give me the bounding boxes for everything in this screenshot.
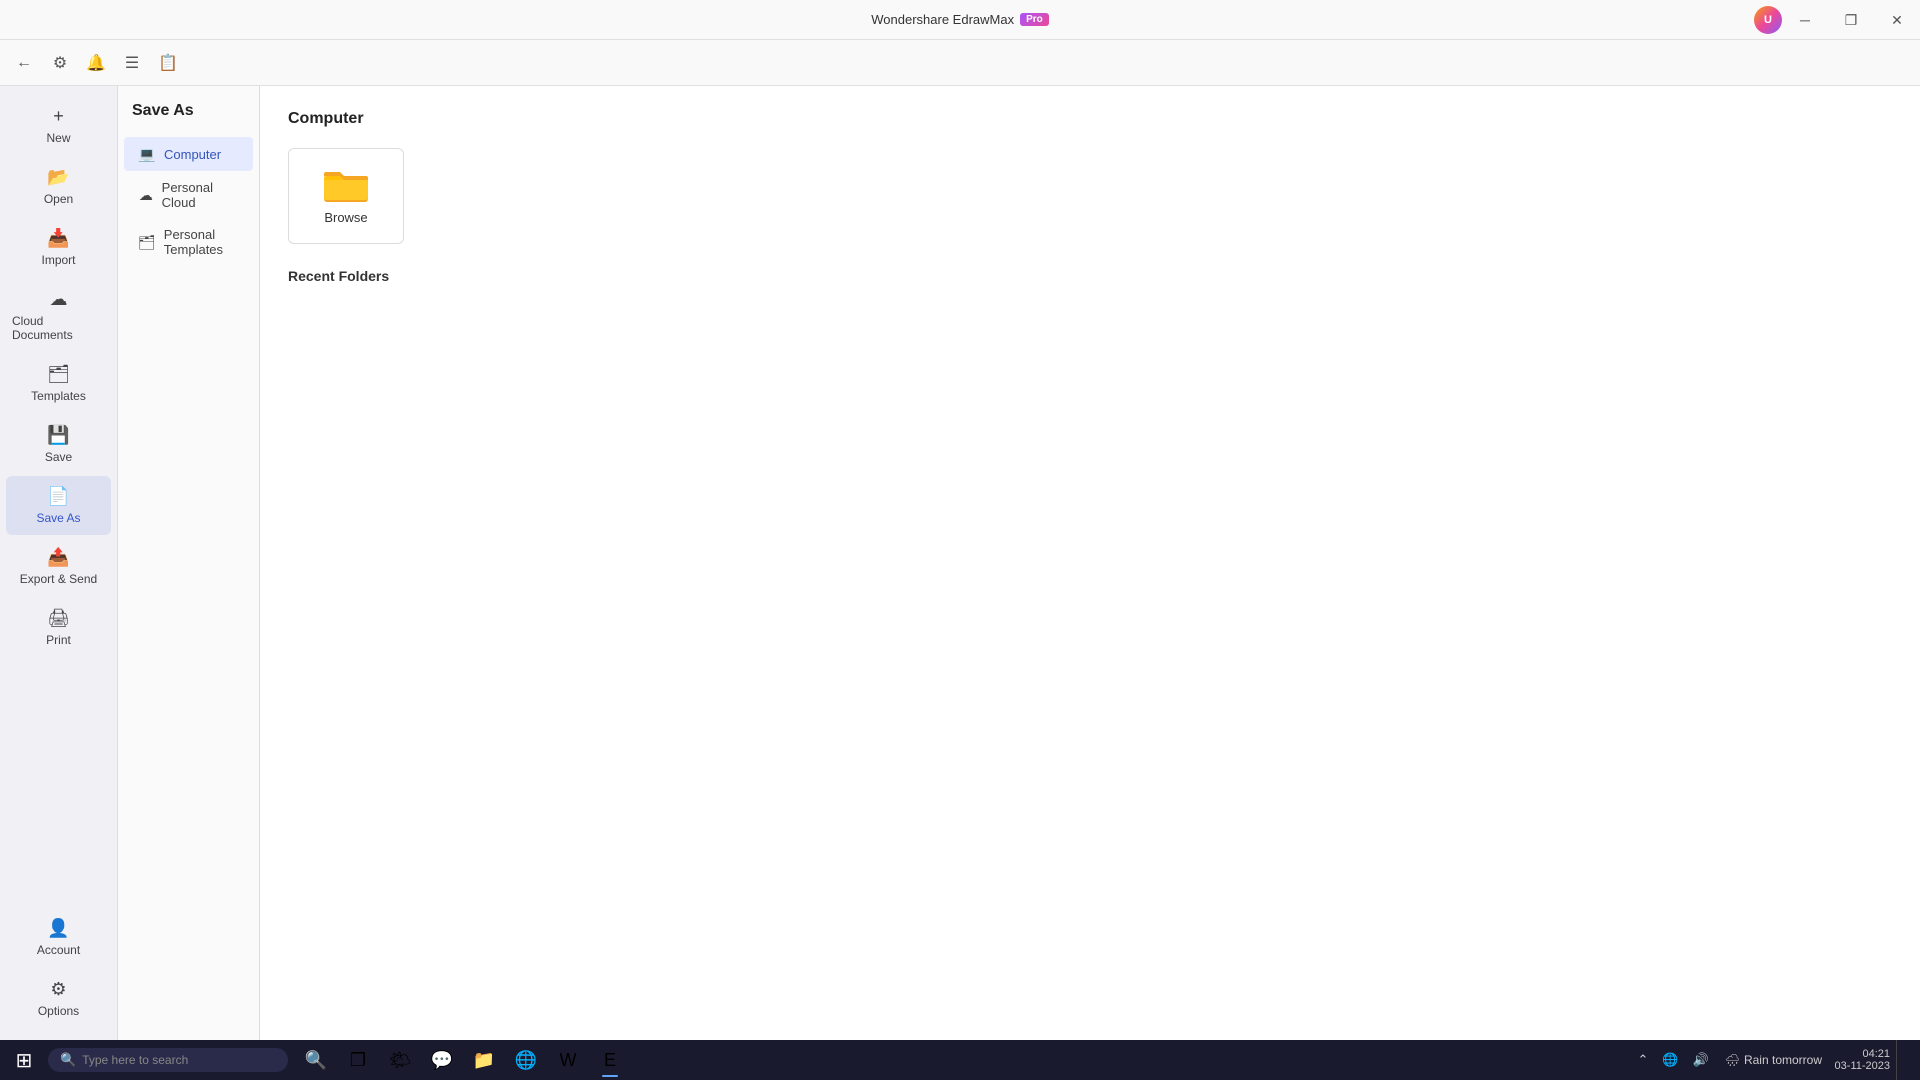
print-icon: 🖨 [47,608,70,629]
minimize-button[interactable]: ─ [1782,0,1828,40]
left-sidebar: + New📂 Open📥 Import☁ Cloud Documents🗂 Te… [0,86,118,1040]
network-icon[interactable]: 🌐 [1658,1050,1682,1070]
templates-icon: 🗂 [47,364,70,385]
sidebar-item-export-send[interactable]: 📤 Export & Send [6,537,111,596]
recent-folders-title: Recent Folders [288,268,1892,284]
middle-item-label: Computer [164,147,221,162]
taskbar-apps: 🔍❐🌤💬📁🌐WE [296,1040,630,1080]
sidebar-item-cloud-documents[interactable]: ☁ Cloud Documents [6,279,111,352]
settings-icon[interactable]: ⚙ [44,47,76,79]
clock-date: 03-11-2023 [1835,1060,1890,1072]
pro-badge: Pro [1020,13,1049,26]
sidebar-item-label: Open [44,192,73,206]
left-sidebar-bottom: 👤 Account⚙ Options [0,906,117,1040]
taskbar-app-edge[interactable]: 🌐 [506,1040,546,1080]
sidebar-item-save[interactable]: 💾 Save [6,415,111,474]
start-button[interactable]: ⊞ [4,1040,44,1080]
app-area: + New📂 Open📥 Import☁ Cloud Documents🗂 Te… [0,86,1920,1040]
toolbar: ← ⚙ 🔔 ☰ 📋 [0,40,1920,86]
taskbar-app-task-view[interactable]: ❐ [338,1040,378,1080]
middle-item-personal-templates[interactable]: 🗂 Personal Templates [124,219,253,265]
back-button[interactable]: ← [8,47,40,79]
sidebar-item-open[interactable]: 📂 Open [6,157,111,216]
taskbar-app-word[interactable]: W [548,1040,588,1080]
close-button[interactable]: ✕ [1874,0,1920,40]
sidebar-item-options[interactable]: ⚙ Options [6,969,111,1028]
notifications-icon[interactable]: 🔔 [80,47,112,79]
taskbar-search[interactable]: 🔍 [48,1048,288,1072]
weather-text: Rain tomorrow [1744,1053,1822,1067]
window-controls: U ─ ❐ ✕ [1754,0,1920,40]
search-icon: 🔍 [60,1052,76,1068]
sidebar-item-account[interactable]: 👤 Account [6,908,111,967]
folder-icon [324,168,368,204]
chevron-up-icon[interactable]: ⌃ [1633,1050,1652,1070]
title-bar: Wondershare EdrawMax Pro U ─ ❐ ✕ [0,0,1920,40]
taskbar: ⊞ 🔍 🔍❐🌤💬📁🌐WE ⌃ 🌐 🔊 🌧 Rain tomorrow 04:21… [0,1040,1920,1080]
open-icon: 📂 [47,167,69,188]
sidebar-item-label: Save As [36,511,80,525]
system-clock[interactable]: 04:21 03-11-2023 [1834,1048,1890,1072]
sidebar-item-print[interactable]: 🖨 Print [6,598,111,657]
save-as-icon: 📄 [47,486,69,507]
cloud-documents-icon: ☁ [50,289,68,310]
export-send-icon: 📤 [47,547,69,568]
sidebar-item-label: Account [37,943,80,957]
middle-panel-title: Save As [118,102,259,136]
weather-widget[interactable]: 🌧 Rain tomorrow [1719,1053,1828,1067]
taskbar-app-chat[interactable]: 💬 [422,1040,462,1080]
middle-item-computer[interactable]: 💻 Computer [124,137,253,171]
browse-item[interactable]: Browse [288,148,404,244]
left-sidebar-items: + New📂 Open📥 Import☁ Cloud Documents🗂 Te… [0,94,117,659]
content-title: Computer [288,110,1892,128]
save-icon: 💾 [47,425,69,446]
import-icon: 📥 [47,228,69,249]
account-icon: 👤 [47,918,69,939]
sidebar-item-templates[interactable]: 🗂 Templates [6,354,111,413]
user-avatar[interactable]: U [1754,6,1782,34]
sidebar-item-label: Options [38,1004,79,1018]
menu-icon[interactable]: ☰ [116,47,148,79]
browse-label: Browse [324,210,367,225]
search-input[interactable] [82,1053,262,1067]
sidebar-item-save-as[interactable]: 📄 Save As [6,476,111,535]
new-icon: + [53,106,64,127]
main-content: Computer Browse Recent Folders [260,86,1920,1040]
middle-item-label: Personal Cloud [162,180,239,210]
middle-panel: Save As 💻 Computer☁ Personal Cloud🗂 Pers… [118,86,260,1040]
app-title: Wondershare EdrawMax Pro [871,12,1049,27]
sidebar-item-label: Save [45,450,72,464]
sidebar-item-label: Print [46,633,71,647]
taskbar-app-explorer[interactable]: 📁 [464,1040,504,1080]
taskbar-system: ⌃ 🌐 🔊 🌧 Rain tomorrow 04:21 03-11-2023 [1633,1040,1916,1080]
computer-icon: 💻 [138,145,156,163]
clock-time: 04:21 [1862,1048,1890,1060]
taskbar-app-widgets[interactable]: 🌤 [380,1040,420,1080]
sidebar-item-label: Cloud Documents [12,314,105,342]
sidebar-item-label: Templates [31,389,86,403]
sidebar-item-import[interactable]: 📥 Import [6,218,111,277]
volume-icon[interactable]: 🔊 [1689,1050,1713,1070]
taskbar-app-search[interactable]: 🔍 [296,1040,336,1080]
restore-button[interactable]: ❐ [1828,0,1874,40]
taskbar-app-edraw[interactable]: E [590,1040,630,1080]
middle-item-label: Personal Templates [164,227,239,257]
options-icon: ⚙ [50,979,66,1000]
personal-cloud-icon: ☁ [138,186,154,204]
sidebar-item-label: New [46,131,70,145]
clipboard-icon[interactable]: 📋 [152,47,184,79]
sidebar-item-label: Export & Send [20,572,97,586]
personal-templates-icon: 🗂 [138,233,156,251]
middle-item-personal-cloud[interactable]: ☁ Personal Cloud [124,172,253,218]
weather-icon: 🌧 [1725,1053,1740,1067]
sidebar-item-new[interactable]: + New [6,96,111,155]
sidebar-item-label: Import [41,253,75,267]
show-desktop-button[interactable] [1896,1040,1908,1080]
